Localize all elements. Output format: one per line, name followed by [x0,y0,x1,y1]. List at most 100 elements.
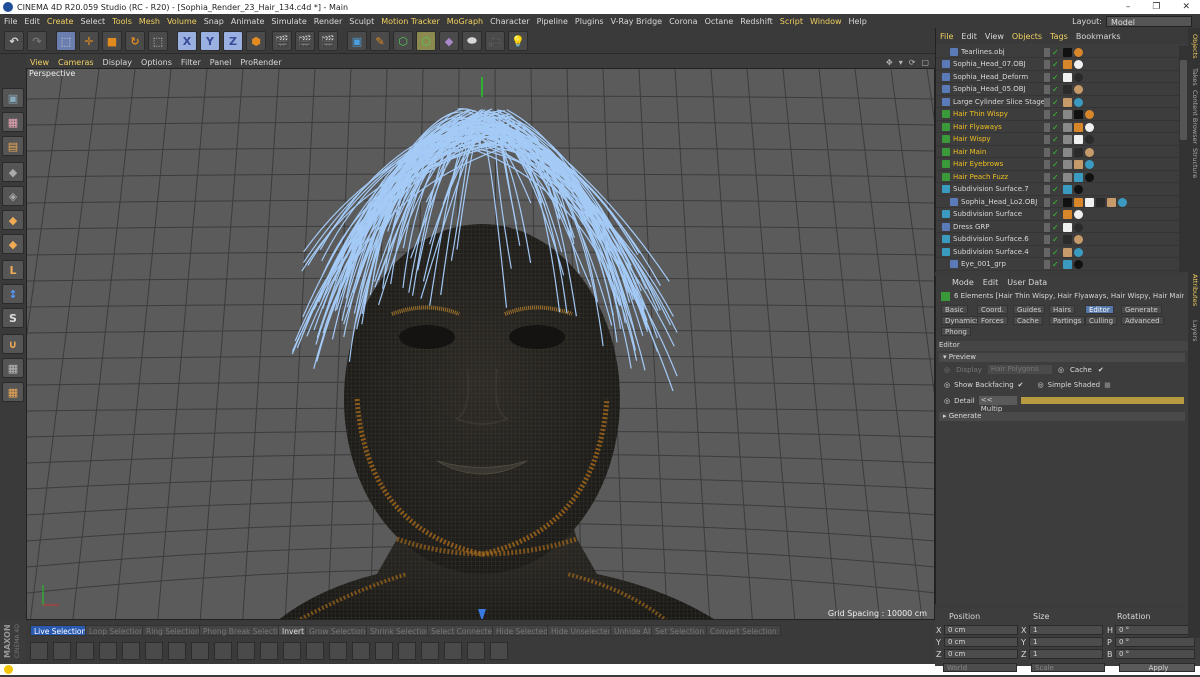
perspective-viewport[interactable] [26,68,935,620]
enabled-check-icon[interactable]: ✓ [1052,198,1061,207]
object-tag-icon[interactable] [1074,47,1083,57]
menu-render[interactable]: Render [314,17,342,26]
selection-invert-button[interactable]: Invert [278,625,309,636]
object-row[interactable]: Hair Flyaways ✓ [936,121,1180,133]
visibility-toggle-icon[interactable] [1044,185,1050,194]
matrix-extrude-icon[interactable] [99,642,117,660]
enabled-check-icon[interactable]: ✓ [1052,223,1061,232]
snapping-icon[interactable]: S [2,308,24,328]
object-row[interactable]: Hair Wispy ✓ [936,134,1180,146]
render-picture-viewer-icon[interactable]: 🎬 [295,31,315,51]
menu-corona[interactable]: Corona [669,17,697,26]
selection-convert-selection-button[interactable]: Convert Selection [706,625,781,636]
show-backfacing-checkbox[interactable]: ✔ [1018,381,1024,389]
render-settings-icon[interactable]: 🎬 [318,31,338,51]
menu-edit[interactable]: Edit [24,17,40,26]
visibility-toggle-icon[interactable] [1044,47,1050,57]
enabled-check-icon[interactable]: ✓ [1052,73,1061,82]
render-view-icon[interactable]: 🎬 [272,31,292,51]
object-menu-file[interactable]: File [940,32,953,41]
menu-volume[interactable]: Volume [167,17,197,26]
coord-pos-field[interactable]: 0 cm [944,649,1018,659]
enabled-check-icon[interactable]: ✓ [1052,210,1061,219]
axis-mode-icon[interactable]: L [2,260,24,280]
object-menu-view[interactable]: View [985,32,1004,41]
object-row[interactable]: Sophia_Head_Lo2.OBJ ✓ [936,196,1180,208]
object-tag-icon[interactable] [1063,85,1072,94]
object-tag-icon[interactable] [1063,72,1072,82]
menu-character[interactable]: Character [490,17,530,26]
object-row[interactable]: Subdivision Surface.4 ✓ [936,246,1180,258]
tweak-mode-icon[interactable]: ↕ [2,284,24,304]
object-tag-icon[interactable] [1063,222,1072,232]
viewport-menu-filter[interactable]: Filter [181,58,201,67]
coord-pos-field[interactable]: 0 cm [944,637,1018,647]
split-icon[interactable] [352,642,370,660]
detail-slider[interactable] [1020,397,1184,404]
object-tag-icon[interactable] [1085,172,1094,182]
selection-grow-selection-button[interactable]: Grow Selection [305,625,370,636]
object-tag-icon[interactable] [1063,210,1072,219]
coord-size-field[interactable]: 1 [1029,649,1103,659]
menu-snap[interactable]: Snap [204,17,224,26]
enabled-check-icon[interactable]: ✓ [1052,123,1061,132]
points-mode-icon[interactable]: ◈ [2,186,24,206]
enabled-check-icon[interactable]: ✓ [1052,85,1061,94]
tab-advanced[interactable]: Advanced [1121,316,1164,325]
object-tag-icon[interactable] [1063,160,1072,169]
viewport-zoom-icon[interactable]: ▾ [899,58,903,67]
visibility-toggle-icon[interactable] [1044,222,1050,232]
menu-motion-tracker[interactable]: Motion Tracker [381,17,440,26]
object-tag-icon[interactable] [1063,122,1072,132]
enabled-check-icon[interactable]: ✓ [1052,260,1061,269]
selection-loop-selection-button[interactable]: Loop Selection [85,625,148,636]
object-tag-icon[interactable] [1074,222,1083,232]
visibility-toggle-icon[interactable] [1044,172,1050,182]
undo-icon[interactable]: ↶ [4,31,24,51]
selection-hide-unselected-button[interactable]: Hide Unselected [547,625,617,636]
extrude-inner-icon[interactable] [76,642,94,660]
object-tag-icon[interactable] [1085,197,1094,207]
right-tab-objects[interactable]: Objects [1189,34,1199,59]
object-row[interactable]: Eye_001_grp ✓ [936,259,1180,271]
object-tag-icon[interactable] [1074,210,1083,219]
enabled-check-icon[interactable]: ✓ [1052,60,1061,69]
simple-shaded-radio[interactable]: ◎ [1038,381,1044,389]
visibility-toggle-icon[interactable] [1044,160,1050,169]
object-tag-icon[interactable] [1107,197,1116,207]
close-icon[interactable]: ✕ [1182,2,1190,12]
enabled-check-icon[interactable]: ✓ [1052,248,1061,257]
object-row[interactable]: Hair Eyebrows ✓ [936,159,1180,171]
show-backfacing-radio[interactable]: ◎ [944,381,950,389]
coord-pos-field[interactable]: 0 cm [944,625,1018,635]
tab-partings[interactable]: Partings [1049,316,1086,325]
menu-animate[interactable]: Animate [231,17,265,26]
triangulate-icon[interactable] [421,642,439,660]
object-row[interactable]: Hair Thin Wispy ✓ [936,109,1180,121]
z-axis-lock-icon[interactable]: Z [223,31,243,51]
viewport-rotate-icon[interactable]: ⟳ [909,58,916,67]
polygons-mode-icon[interactable]: ◆ [2,210,24,230]
camera-icon[interactable]: 🎥 [485,31,505,51]
melt-icon[interactable] [306,642,324,660]
detail-radio[interactable]: ◎ [944,397,950,405]
visibility-toggle-icon[interactable] [1044,72,1050,82]
menu-simulate[interactable]: Simulate [271,17,306,26]
object-row[interactable]: Large Cylinder Slice Stage ✓ [936,96,1180,108]
coord-world-select[interactable]: World [943,663,1017,672]
right-tab-layers[interactable]: Layers [1189,320,1199,342]
planar-workplane-icon[interactable]: ▦ [2,382,24,402]
tab-guides[interactable]: Guides [1013,305,1046,314]
viewport-move-icon[interactable]: ✥ [886,58,893,67]
object-row[interactable]: Tearlines.obj ✓ [936,46,1180,58]
object-tag-icon[interactable] [1074,122,1083,132]
object-tag-icon[interactable] [1085,147,1094,157]
right-tab-takes[interactable]: Takes [1189,68,1199,86]
coord-rot-field[interactable]: 0 ° [1115,649,1195,659]
menu-v-ray-bridge[interactable]: V-Ray Bridge [611,17,663,26]
optimize-icon[interactable] [329,642,347,660]
enabled-check-icon[interactable]: ✓ [1052,148,1061,157]
object-tag-icon[interactable] [1096,197,1105,207]
model-mode-icon[interactable]: ◆ [2,162,24,182]
object-tag-icon[interactable] [1074,60,1083,69]
